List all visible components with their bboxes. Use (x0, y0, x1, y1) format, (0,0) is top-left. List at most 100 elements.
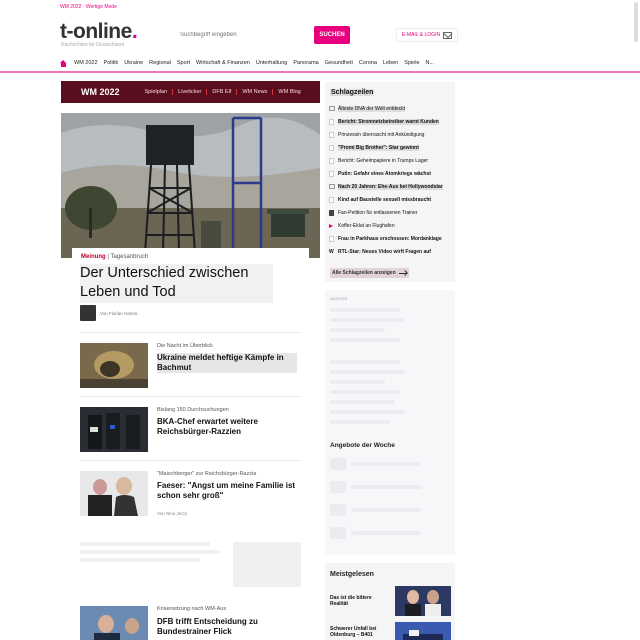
nav-item-more[interactable]: N... (426, 60, 435, 66)
wm-link-spielplan[interactable]: Spielplan (140, 89, 173, 95)
story-headline[interactable]: BKA-Chef erwartet weitere Reichsbürger-R… (157, 417, 297, 437)
skeleton-image (330, 504, 346, 516)
story-thumbnail (80, 471, 148, 516)
nav-item-sport[interactable]: Sport (177, 60, 190, 66)
story-item[interactable]: Bislang 150 Durchsuchungen BKA-Chef erwa… (80, 396, 301, 458)
most-read-item[interactable]: Schwerer Unfall bei Oldenburg – B401 (330, 626, 390, 638)
headline-text: Frau in Parkhaus erschossen: Mordanklage (338, 235, 442, 242)
site-logo[interactable]: t-online. (60, 20, 138, 44)
headline-item[interactable]: Bericht: Geheimpapiere in Trumps Lager (329, 154, 453, 167)
story-item[interactable]: Krisensitzung nach WM-Aus DFB trifft Ent… (80, 597, 301, 640)
lead-article-card[interactable]: Meinung | Tagesanbruch Der Unterschied z… (72, 248, 309, 528)
story-headline[interactable]: Faeser: "Angst um meine Familie ist scho… (157, 481, 297, 501)
wm-bar-title[interactable]: WM 2022 (61, 87, 140, 97)
skeleton-line (330, 338, 400, 342)
logo-dot: . (131, 20, 138, 43)
headline-text: Koffer-Eklat an Flughafen (338, 222, 395, 229)
doc-icon (329, 144, 334, 151)
nav-item-wirtschaft[interactable]: Wirtschaft & Finanzen (196, 60, 250, 66)
nav-item-politik[interactable]: Politik (104, 60, 119, 66)
headline-item[interactable]: "Promi Big Brother": Star gewinnt (329, 141, 453, 154)
ad-label: ANZEIGE (330, 296, 348, 301)
headline-text: Bericht: Geheimpapiere in Trumps Lager (338, 157, 429, 164)
story-kicker: "Maischberger" zur Reichsbürger-Razzia (157, 471, 257, 477)
headline-item[interactable]: Putin: Gefahr eines Atomkriegs wächst (329, 167, 453, 180)
doc-icon (329, 131, 334, 138)
ad-box: ANZEIGE Angebote der Woche (325, 290, 455, 555)
story-thumbnail (80, 606, 148, 640)
headline-text: RTL-Star: Neues Video wirft Fragen auf (338, 248, 431, 255)
nav-item-leben[interactable]: Leben (383, 60, 398, 66)
home-icon[interactable] (60, 59, 67, 67)
story-thumbnail (80, 407, 148, 452)
headline-item[interactable]: Frau in Parkhaus erschossen: Mordanklage (329, 232, 453, 245)
headline-text: Fan-Petition für entlassenen Trainer (338, 209, 418, 216)
image-icon (329, 184, 335, 189)
skeleton-line (330, 410, 405, 414)
gallery-icon (329, 209, 334, 216)
image-icon (329, 106, 335, 111)
headline-item[interactable]: Prinzessin überrascht mit Ankündigung (329, 128, 453, 141)
headline-item[interactable]: Fan-Petition für entlassenen Trainer (329, 206, 453, 219)
headline-text: Prinzessin überrascht mit Ankündigung (338, 131, 425, 138)
nav-item-spiele[interactable]: Spiele (404, 60, 419, 66)
most-read-thumbnail (395, 622, 451, 640)
email-login-button[interactable]: E-MAIL & LOGIN (396, 28, 458, 42)
lead-headline[interactable]: Der Unterschied zwischen Leben und Tod (80, 264, 273, 303)
wm-link-news[interactable]: WM News (236, 89, 272, 95)
headline-text: Älteste DNA der Welt entdeckt (338, 105, 406, 112)
headline-text: "Promi Big Brother": Star gewinnt (338, 144, 419, 151)
wm-link-liveticker[interactable]: Liveticker (172, 89, 206, 95)
arrow-right-icon (398, 272, 407, 274)
nav-item-gesundheit[interactable]: Gesundheit (325, 60, 353, 66)
headline-item[interactable]: Nach 20 Jahren: Ehe-Aus bei Hollywoodsta… (329, 180, 453, 193)
nav-item-unterhaltung[interactable]: Unterhaltung (256, 60, 288, 66)
all-headlines-button[interactable]: Alle Schlagzeilen anzeigen (330, 268, 409, 278)
most-read-thumbnail (395, 586, 451, 616)
story-author: Von Nina Jerzy (157, 511, 188, 516)
author-avatar (80, 305, 96, 321)
story-headline[interactable]: DFB trifft Entscheidung zu Bundestrainer… (157, 617, 297, 637)
headline-item[interactable]: W RTL-Star: Neues Video wirft Fragen auf (329, 245, 453, 258)
nav-item-wm[interactable]: WM 2022 (74, 60, 98, 66)
wm-link-dfb-elf[interactable]: DFB Elf (206, 89, 236, 95)
hero-image[interactable] (61, 113, 320, 258)
top-strip-link[interactable]: WM 2022 · Wertige Mode (60, 4, 117, 12)
headline-item[interactable]: Älteste DNA der Welt entdeckt (329, 102, 453, 115)
hero-scene-illustration (61, 113, 320, 258)
scrollbar-thumb[interactable] (634, 2, 638, 42)
headline-text: Putin: Gefahr eines Atomkriegs wächst (338, 170, 431, 177)
skeleton-line (330, 400, 395, 404)
skeleton-image (330, 481, 346, 493)
top-strip: WM 2022 · Wertige Mode (60, 4, 117, 12)
doc-icon (329, 235, 334, 242)
headline-item[interactable]: Koffer-Eklat an Flughafen (329, 219, 453, 232)
headline-item[interactable]: Bericht: Stromnetzbetreiber warnt Kunden (329, 115, 453, 128)
skeleton-line (330, 318, 405, 322)
search-input[interactable] (180, 28, 305, 42)
wm-link-blog[interactable]: WM Blog (272, 89, 305, 95)
most-read-title: Meistgelesen (330, 571, 374, 578)
most-read-item[interactable]: Das ist die bittere Realität (330, 595, 390, 607)
doc-icon (329, 170, 334, 177)
search-button[interactable]: SUCHEN (314, 26, 350, 44)
nav-item-corona[interactable]: Corona (359, 60, 377, 66)
skeleton-line (330, 420, 390, 424)
doc-icon (329, 118, 334, 125)
site-tagline: Nachrichten für Deutschland (61, 42, 125, 48)
nav-item-panorama[interactable]: Panorama (293, 60, 318, 66)
story-headline[interactable]: Ukraine meldet heftige Kämpfe in Bachmut (157, 353, 297, 373)
story-item[interactable]: "Maischberger" zur Reichsbürger-Razzia F… (80, 460, 301, 522)
skeleton-line (330, 390, 400, 394)
play-icon (329, 223, 333, 228)
nav-item-ukraine[interactable]: Ukraine (124, 60, 143, 66)
nav-item-regional[interactable]: Regional (149, 60, 171, 66)
offers-title: Angebote der Woche (330, 442, 395, 449)
headline-item[interactable]: Kind auf Baustelle sexuell missbraucht (329, 193, 453, 206)
story-item[interactable]: Die Nacht im Überblick Ukraine meldet he… (80, 332, 301, 394)
email-login-label: E-MAIL & LOGIN (401, 32, 441, 38)
skeleton-line (330, 360, 400, 364)
w-icon: W (329, 249, 334, 255)
skeleton-line (80, 542, 210, 546)
wm-bar: WM 2022 Spielplan Liveticker DFB Elf WM … (61, 81, 320, 103)
